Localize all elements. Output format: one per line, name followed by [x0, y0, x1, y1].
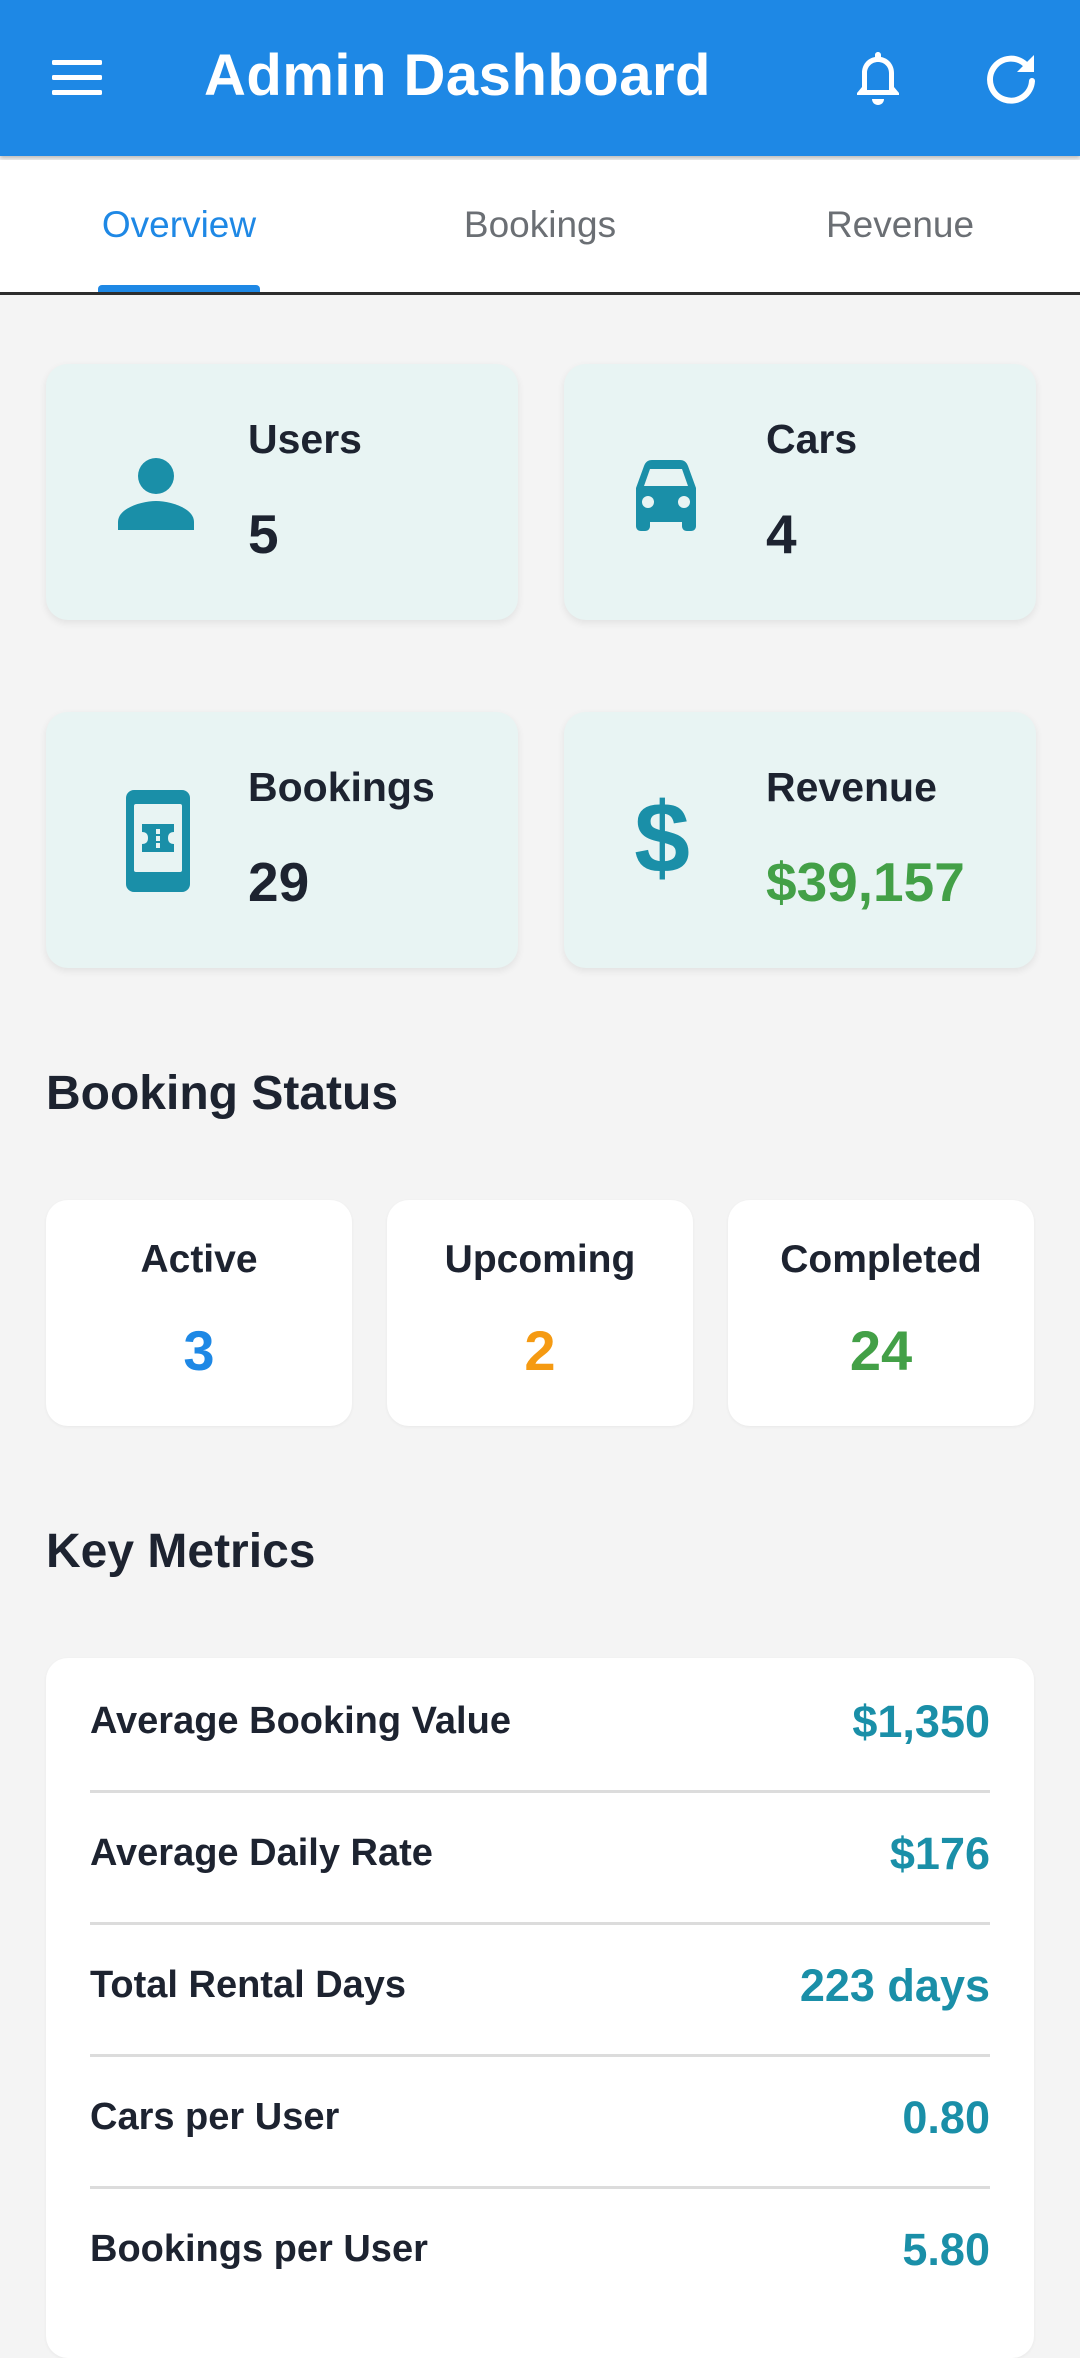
tab-label: Revenue: [825, 204, 975, 245]
metric-row: Total Rental Days 223 days: [90, 1922, 990, 2057]
tab-label: Overview: [101, 204, 257, 245]
metric-label: Average Daily Rate: [90, 1832, 433, 1874]
tab-bar: Overview Bookings Revenue: [0, 160, 1080, 295]
person-icon: [118, 458, 194, 530]
metric-row: Bookings per User 5.80: [90, 2186, 990, 2318]
status-label: Completed: [780, 1238, 982, 1281]
metric-value: $176: [889, 1828, 990, 1879]
status-card-upcoming[interactable]: Upcoming 2: [387, 1200, 693, 1426]
cars-card[interactable]: Cars 4: [564, 364, 1036, 620]
key-metrics-heading: Key Metrics: [46, 1525, 316, 1578]
cars-value: 4: [766, 503, 797, 565]
status-value: 3: [183, 1319, 215, 1382]
page-title: Admin Dashboard: [204, 43, 711, 108]
revenue-card[interactable]: $ Revenue $39,157: [564, 712, 1036, 968]
bookings-card[interactable]: Bookings 29: [46, 712, 518, 968]
tab-revenue[interactable]: Revenue: [800, 160, 1000, 292]
refresh-icon: [987, 55, 1035, 104]
metric-row: Average Daily Rate $176: [90, 1790, 990, 1925]
status-label: Upcoming: [444, 1238, 636, 1281]
users-value: 5: [248, 503, 279, 565]
metric-value: 223 days: [799, 1960, 990, 2011]
key-metrics-card: Average Booking Value $1,350 Average Dai…: [46, 1658, 1034, 2358]
cars-label: Cars: [766, 416, 858, 462]
bookings-value: 29: [248, 851, 310, 913]
booking-status-heading: Booking Status: [46, 1067, 399, 1120]
bell-icon: [857, 52, 899, 105]
dollar-icon: $: [634, 792, 690, 888]
revenue-label: Revenue: [766, 764, 937, 810]
metric-label: Bookings per User: [90, 2228, 428, 2270]
users-card[interactable]: Users 5: [46, 364, 518, 620]
bookings-label: Bookings: [248, 764, 435, 810]
metric-value: 5.80: [902, 2224, 990, 2275]
svg-text:$: $: [634, 792, 690, 888]
metric-label: Average Booking Value: [90, 1700, 511, 1742]
metric-label: Cars per User: [90, 2096, 340, 2138]
ticket-icon: [126, 790, 190, 892]
status-value: 2: [524, 1319, 556, 1382]
menu-icon: [52, 60, 102, 95]
tab-label: Bookings: [463, 204, 617, 245]
revenue-value: $39,157: [766, 851, 965, 913]
status-card-completed[interactable]: Completed 24: [728, 1200, 1034, 1426]
app-bar: Admin Dashboard: [0, 0, 1080, 156]
metric-row: Cars per User 0.80: [90, 2054, 990, 2189]
users-label: Users: [248, 416, 362, 462]
active-tab-indicator: [98, 285, 260, 292]
status-value: 24: [849, 1319, 913, 1382]
car-icon: [636, 460, 696, 531]
metric-value: 0.80: [902, 2092, 990, 2143]
menu-button[interactable]: [50, 54, 106, 102]
metric-label: Total Rental Days: [90, 1964, 407, 2006]
tab-bookings[interactable]: Bookings: [440, 160, 640, 292]
status-card-active[interactable]: Active 3: [46, 1200, 352, 1426]
notifications-button[interactable]: [848, 46, 908, 110]
metric-row: Average Booking Value $1,350: [90, 1658, 990, 1793]
refresh-button[interactable]: [982, 46, 1042, 110]
metric-value: $1,350: [852, 1696, 990, 1747]
tab-overview[interactable]: Overview: [98, 160, 260, 292]
status-label: Active: [140, 1238, 258, 1281]
